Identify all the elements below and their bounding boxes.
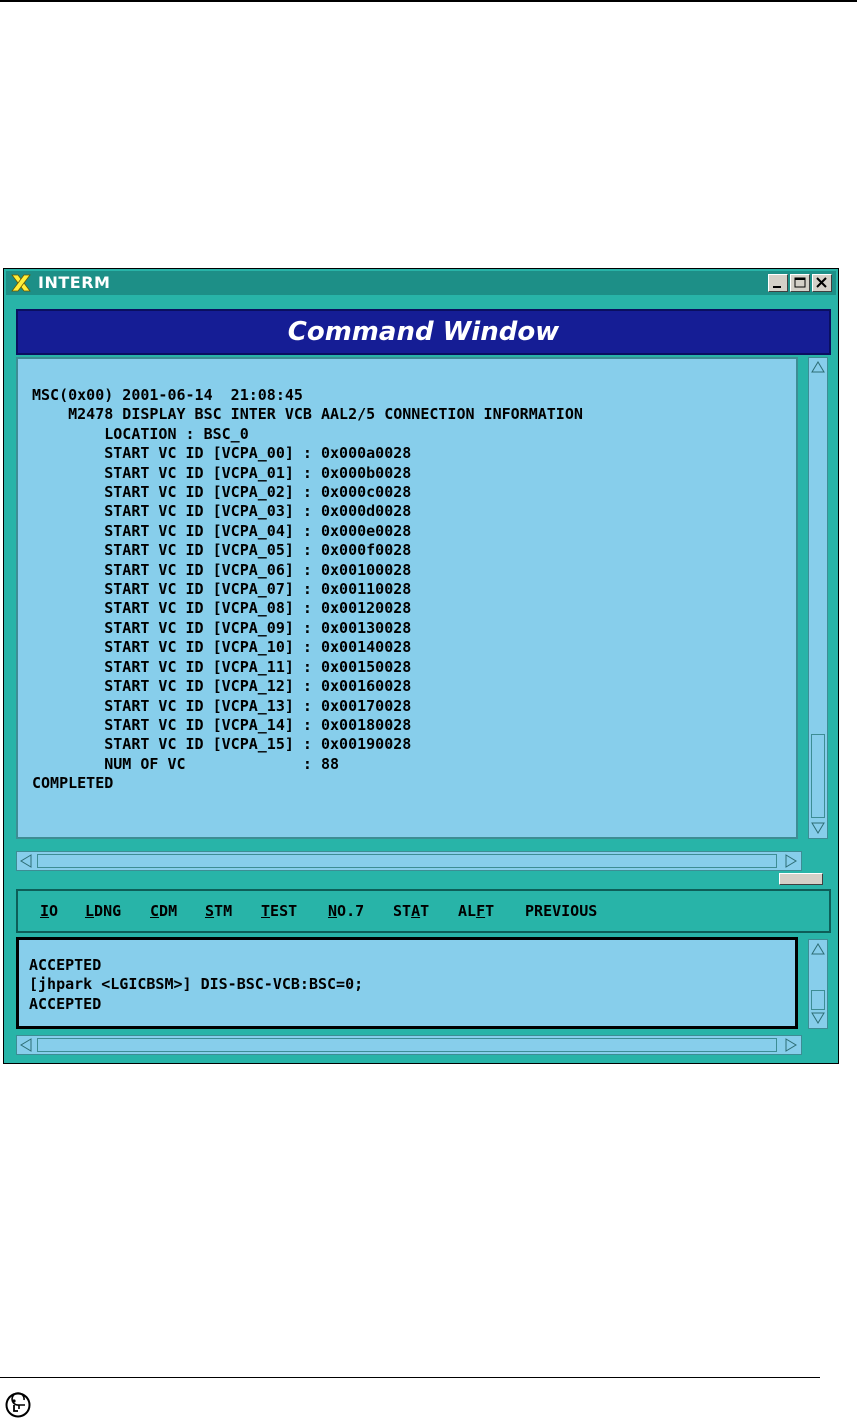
output-line: NUM OF VC : 88 <box>32 754 340 773</box>
scroll-left-arrow-icon[interactable] <box>18 1037 34 1053</box>
banner-title: Command Window <box>287 317 560 347</box>
output-line: START VC ID [VCPA_11] : 0x00150028 <box>32 657 412 676</box>
maximize-icon <box>794 277 806 288</box>
input-line: ACCEPTED <box>29 994 102 1013</box>
pane-divider-handle[interactable] <box>779 873 823 885</box>
output-line: M2478 DISPLAY BSC INTER VCB AAL2/5 CONNE… <box>32 405 583 424</box>
input-line: [jhpark <LGICBSM>] DIS-BSC-VCB:BSC=0; <box>29 975 364 994</box>
output-scroll-thumb[interactable] <box>811 734 825 818</box>
output-line: LOCATION : BSC_0 <box>32 424 249 443</box>
output-text: MSC(0x00) 2001-06-14 21:08:45 M2478 DISP… <box>32 386 583 794</box>
maximize-button[interactable] <box>790 274 810 292</box>
output-line: START VC ID [VCPA_10] : 0x00140028 <box>32 638 412 657</box>
window-titlebar[interactable]: INTERM <box>6 271 836 295</box>
menu-item-alft[interactable]: ALFT <box>458 902 494 920</box>
output-line: START VC ID [VCPA_12] : 0x00160028 <box>32 677 412 696</box>
command-menu-bar: IO LDNG CDM STM TEST NO.7 STAT ALFT PREVIOUS <box>16 889 831 933</box>
output-line: START VC ID [VCPA_13] : 0x00170028 <box>32 696 412 715</box>
output-line: START VC ID [VCPA_14] : 0x00180028 <box>32 715 412 734</box>
output-line: START VC ID [VCPA_08] : 0x00120028 <box>32 599 412 618</box>
window-controls <box>768 274 832 292</box>
input-text: ACCEPTED [jhpark <LGICBSM>] DIS-BSC-VCB:… <box>29 956 363 1014</box>
minimize-icon <box>773 286 781 288</box>
scroll-left-arrow-icon[interactable] <box>18 853 34 869</box>
output-vertical-scrollbar[interactable] <box>808 357 828 839</box>
input-scroll-thumb[interactable] <box>811 990 825 1010</box>
output-line: START VC ID [VCPA_03] : 0x000d0028 <box>32 502 412 521</box>
output-line: START VC ID [VCPA_04] : 0x000e0028 <box>32 521 412 540</box>
lg-logo-icon <box>5 1392 31 1418</box>
input-horizontal-scrollbar[interactable] <box>16 1035 802 1055</box>
menu-item-io[interactable]: IO <box>40 902 58 920</box>
menu-item-no7[interactable]: NO.7 <box>328 902 364 920</box>
scroll-down-arrow-icon[interactable] <box>810 820 826 836</box>
output-horizontal-scrollbar[interactable] <box>16 851 802 871</box>
menu-item-stat[interactable]: STAT <box>393 902 429 920</box>
scroll-right-arrow-icon[interactable] <box>783 1037 799 1053</box>
page-bottom-rule <box>0 1377 820 1378</box>
menu-item-previous[interactable]: PREVIOUS <box>525 902 597 920</box>
output-line: START VC ID [VCPA_02] : 0x000c0028 <box>32 483 412 502</box>
output-line: START VC ID [VCPA_00] : 0x000a0028 <box>32 444 412 463</box>
minimize-button[interactable] <box>768 274 788 292</box>
output-line: START VC ID [VCPA_05] : 0x000f0028 <box>32 541 412 560</box>
menu-item-ldng[interactable]: LDNG <box>85 902 121 920</box>
output-line: MSC(0x00) 2001-06-14 21:08:45 <box>32 386 303 404</box>
output-line: START VC ID [VCPA_01] : 0x000b0028 <box>32 463 412 482</box>
window-title: INTERM <box>38 273 111 292</box>
x-logo-icon <box>11 274 31 292</box>
output-line: START VC ID [VCPA_06] : 0x00100028 <box>32 560 412 579</box>
menu-item-test[interactable]: TEST <box>261 902 297 920</box>
input-line: ACCEPTED <box>29 956 102 974</box>
close-icon <box>816 277 827 288</box>
output-pane[interactable]: MSC(0x00) 2001-06-14 21:08:45 M2478 DISP… <box>16 357 798 839</box>
interm-window: INTERM Command Window MSC(0x00) 2001-06-… <box>3 268 839 1064</box>
menu-item-stm[interactable]: STM <box>205 902 232 920</box>
input-vertical-scrollbar[interactable] <box>808 939 828 1029</box>
scroll-up-arrow-icon[interactable] <box>810 941 826 957</box>
scroll-up-arrow-icon[interactable] <box>810 359 826 375</box>
output-line: START VC ID [VCPA_09] : 0x00130028 <box>32 618 412 637</box>
input-hscroll-thumb[interactable] <box>37 1038 777 1052</box>
scroll-right-arrow-icon[interactable] <box>783 853 799 869</box>
close-button[interactable] <box>812 274 832 292</box>
output-line: COMPLETED <box>32 774 114 793</box>
scroll-down-arrow-icon[interactable] <box>810 1010 826 1026</box>
output-hscroll-thumb[interactable] <box>37 854 777 868</box>
page-top-rule <box>0 0 857 2</box>
output-line: START VC ID [VCPA_15] : 0x00190028 <box>32 735 412 754</box>
input-pane[interactable]: ACCEPTED [jhpark <LGICBSM>] DIS-BSC-VCB:… <box>16 937 798 1029</box>
menu-item-cdm[interactable]: CDM <box>150 902 177 920</box>
command-window-banner: Command Window <box>16 309 831 355</box>
output-line: START VC ID [VCPA_07] : 0x00110028 <box>32 580 412 599</box>
